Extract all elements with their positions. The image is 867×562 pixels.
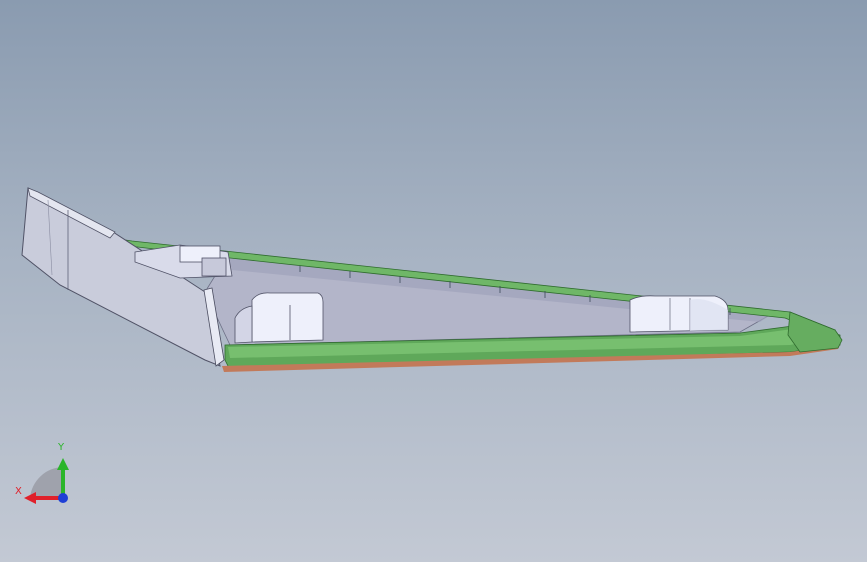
y-axis-arrow xyxy=(57,458,69,470)
coordinate-triad xyxy=(24,458,69,504)
right-tip xyxy=(787,311,843,353)
right-boss xyxy=(629,295,729,333)
y-axis-label: Y xyxy=(58,442,65,453)
z-axis-dot xyxy=(58,493,68,503)
x-axis-arrow xyxy=(24,492,36,504)
part-model-view[interactable] xyxy=(0,0,867,562)
x-axis-label: X xyxy=(15,486,22,497)
graphics-viewport[interactable]: Y X xyxy=(0,0,867,562)
